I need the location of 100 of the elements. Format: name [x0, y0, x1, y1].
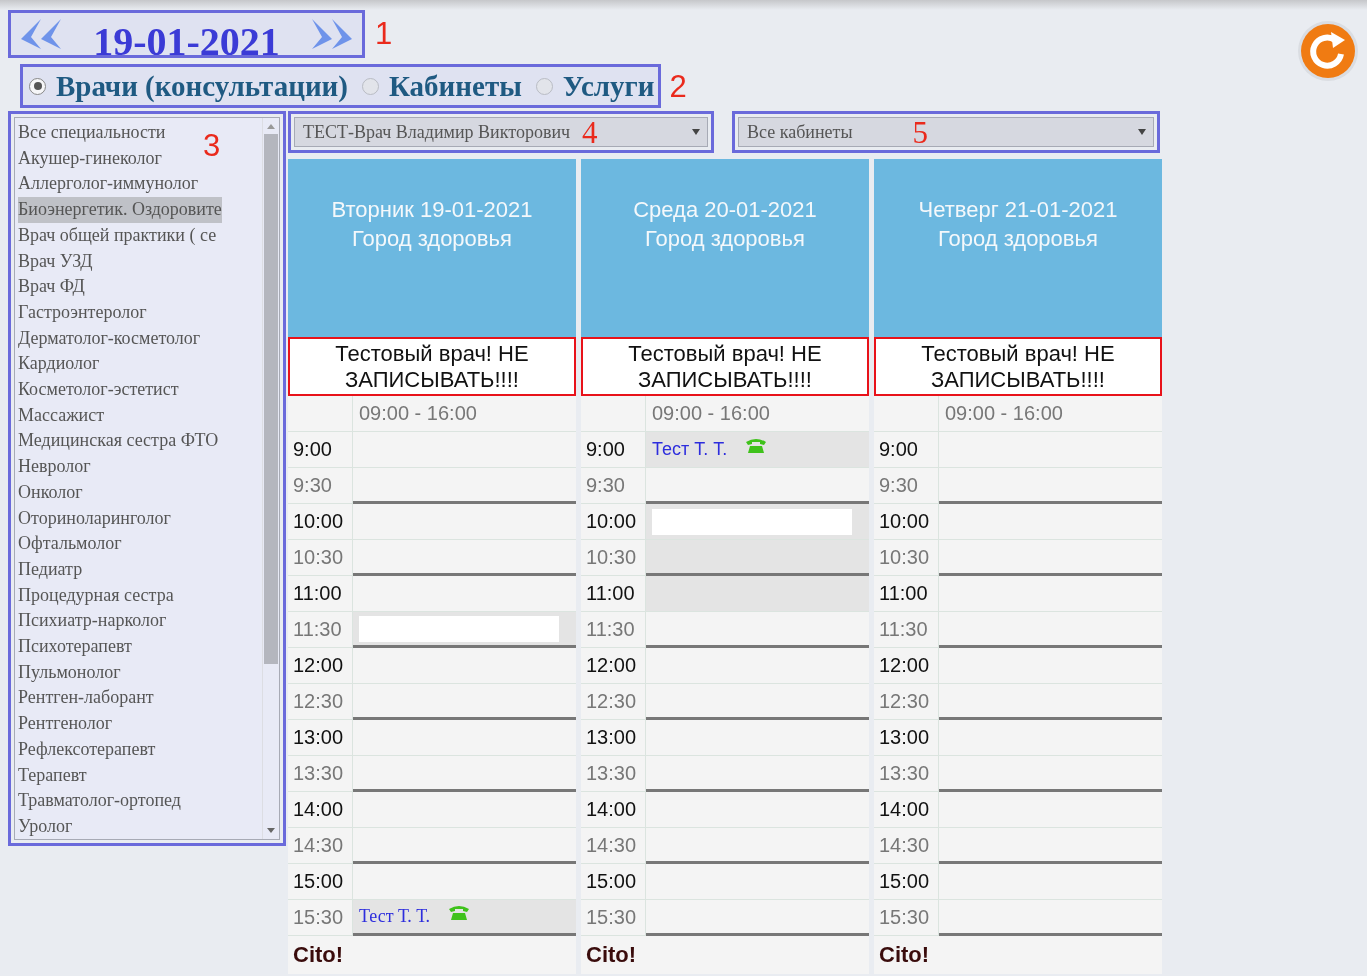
slot-time: 13:30 [581, 756, 646, 791]
specialty-item[interactable]: Все специальности [18, 120, 166, 146]
working-hours: 09:00 - 16:00 [359, 402, 477, 425]
clinic-name: Город здоровья [352, 225, 512, 253]
slot-time: 15:00 [581, 864, 646, 899]
current-date: 19-01-2021 [93, 17, 280, 65]
warning-note: Тестовый врач! НЕ ЗАПИСЫВАТЬ!!!! [874, 337, 1162, 396]
day-title: Четверг 21-01-2021 [918, 196, 1118, 224]
slot-time: 14:30 [581, 828, 646, 863]
slot-time: 11:30 [874, 612, 939, 647]
slot-time: 10:00 [874, 504, 939, 539]
specialty-item[interactable]: Врач общей практики ( се [18, 222, 217, 249]
view-mode-label[interactable]: Кабинеты [388, 69, 522, 103]
slot-time: 11:00 [288, 576, 353, 611]
warning-note: Тестовый врач! НЕ ЗАПИСЫВАТЬ!!!! [581, 337, 869, 396]
scrollbar-thumb[interactable] [264, 134, 278, 664]
slot-time: 15:00 [874, 864, 939, 899]
slot-time: 10:00 [288, 504, 353, 539]
specialty-item[interactable]: Медицинская сестра ФТО [18, 428, 219, 455]
slot-time: 9:30 [288, 468, 353, 503]
slot-time: 13:30 [874, 756, 939, 791]
view-mode-label[interactable]: Услуги [562, 69, 655, 103]
specialty-item[interactable]: Психотерапевт [18, 634, 132, 660]
slot-time: 12:00 [874, 648, 939, 683]
radio-button[interactable] [361, 77, 379, 95]
slot-time: 10:30 [874, 540, 939, 575]
cito-label: Cito! [878, 941, 931, 969]
annotation-number: 5 [911, 116, 930, 148]
specialty-item[interactable]: Аллерголог-иммунолог [18, 171, 199, 198]
annotation-number: 3 [203, 130, 221, 161]
specialty-item[interactable]: Пульмонолог [18, 659, 121, 686]
slot-time: 13:00 [288, 720, 353, 755]
slot-time: 14:00 [288, 792, 353, 827]
slot-time: 15:30 [581, 900, 646, 935]
slot-time: 12:00 [581, 648, 646, 683]
slot-time: 9:30 [581, 468, 646, 503]
specialty-item[interactable]: Гастроэнтеролог [18, 299, 147, 326]
phone-icon [448, 904, 470, 921]
specialty-item[interactable]: Рефлексотерапевт [18, 736, 156, 763]
slot-time: 15:30 [874, 900, 939, 935]
specialty-item[interactable]: Психиатр-нарколог [18, 608, 167, 635]
specialty-item[interactable]: Кардиолог [18, 351, 100, 378]
slot-time: 14:00 [581, 792, 646, 827]
cito-label: Cito! [292, 941, 345, 969]
specialty-item[interactable]: Акушер-гинеколог [18, 145, 162, 172]
radio-button[interactable] [29, 77, 46, 95]
slot-time: 9:00 [874, 432, 939, 467]
specialty-item[interactable]: Онколог [18, 479, 83, 506]
refresh-icon[interactable] [1297, 20, 1359, 82]
working-hours: 09:00 - 16:00 [945, 402, 1063, 425]
warning-note: Тестовый врач! НЕ ЗАПИСЫВАТЬ!!!! [288, 337, 576, 396]
specialty-item[interactable]: Врач ФД [18, 274, 85, 300]
specialty-item[interactable]: Биоэнергетик. Оздоровите [18, 197, 222, 223]
specialty-item[interactable]: Уролог [18, 814, 73, 839]
slot-time: 13:30 [288, 756, 353, 791]
specialty-item[interactable]: Рентгенолог [18, 711, 113, 737]
slot-time: 12:30 [874, 684, 939, 719]
working-hours: 09:00 - 16:00 [652, 402, 770, 425]
specialty-item[interactable]: Дерматолог-косметолог [18, 325, 201, 352]
specialty-item[interactable]: Косметолог-эстетист [18, 377, 179, 403]
annotation-number: 1 [375, 18, 393, 49]
annotation-number: 4 [582, 116, 599, 148]
slot-time: 11:30 [581, 612, 646, 647]
patient-link[interactable]: Тест Т. Т. [652, 439, 728, 460]
day-title: Вторник 19-01-2021 [331, 196, 533, 224]
specialty-item[interactable]: Травматолог-ортопед [18, 788, 181, 814]
slot-time: 9:00 [288, 432, 353, 467]
annotation-number: 2 [669, 70, 687, 102]
specialty-item[interactable]: Педиатр [18, 556, 83, 583]
slot-time: 14:30 [288, 828, 353, 863]
specialty-item[interactable]: Врач УЗД [18, 248, 93, 275]
time-slot[interactable] [646, 540, 869, 576]
time-slot[interactable]: Тест Т. Т. [353, 900, 576, 936]
cito-label: Cito! [585, 941, 638, 969]
slot-time: 14:30 [874, 828, 939, 863]
time-slot[interactable] [353, 612, 576, 648]
specialty-item[interactable]: Массажист [18, 402, 105, 429]
specialty-item[interactable]: Офтальмолог [18, 531, 122, 557]
clinic-name: Город здоровья [938, 225, 1098, 253]
slot-time: 9:30 [874, 468, 939, 503]
slot-time: 12:30 [288, 684, 353, 719]
specialty-item[interactable]: Процедурная сестра [18, 582, 174, 609]
specialty-item[interactable]: Оториноларинголог [18, 505, 171, 532]
slot-time: 13:00 [581, 720, 646, 755]
slot-time: 14:00 [874, 792, 939, 827]
select-field[interactable]: Все кабинеты 5 [738, 117, 1154, 147]
time-slot[interactable]: Тест Т. Т. [646, 432, 869, 467]
specialty-item[interactable]: Терапевт [18, 762, 87, 789]
slot-time: 12:30 [581, 684, 646, 719]
slot-time: 11:00 [874, 576, 939, 611]
slot-time: 10:30 [288, 540, 353, 575]
day-title: Среда 20-01-2021 [633, 196, 817, 224]
radio-button[interactable] [535, 77, 553, 95]
specialty-item[interactable]: Рентген-лаборант [18, 685, 154, 712]
select-field[interactable]: ТЕСТ-Врач Владимир Викторович 4 [294, 117, 708, 147]
view-mode-label[interactable]: Врачи (консультации) [56, 69, 348, 103]
patient-link[interactable]: Тест Т. Т. [359, 906, 430, 927]
slot-time: 15:00 [288, 864, 353, 899]
clinic-name: Город здоровья [645, 225, 805, 253]
specialty-item[interactable]: Невролог [18, 454, 91, 480]
